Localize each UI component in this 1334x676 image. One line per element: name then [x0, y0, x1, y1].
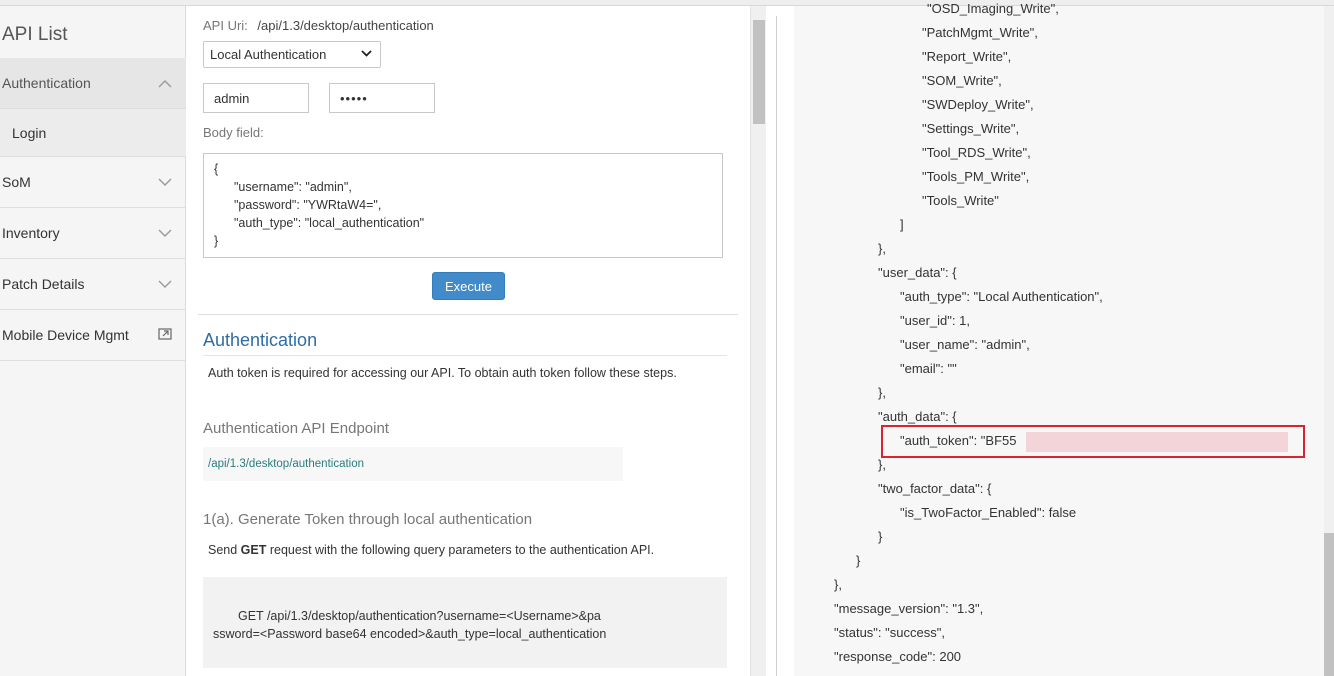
api-uri-row: API Uri: /api/1.3/desktop/authentication	[203, 18, 434, 33]
response-json-line: "user_name": "admin",	[900, 337, 1030, 352]
chevron-up-icon	[158, 75, 172, 91]
highlight-box	[881, 425, 1305, 458]
body-username-line: "username": "admin",	[234, 180, 352, 194]
desc-method: GET	[240, 543, 267, 557]
sidebar-title: API List	[2, 24, 68, 45]
authentication-heading: Authentication	[203, 330, 318, 350]
response-json-line: ]	[900, 217, 904, 232]
sidebar-item-mobile-device-mgmt[interactable]: Mobile Device Mgmt	[0, 310, 186, 361]
response-json-line: "SWDeploy_Write",	[922, 97, 1034, 112]
response-panel	[794, 6, 1324, 676]
response-json-line: "Tools_PM_Write",	[922, 169, 1030, 184]
panel-separator	[776, 16, 777, 676]
response-json-line: },	[878, 457, 886, 472]
request-code-block: GET /api/1.3/desktop/authentication?user…	[203, 577, 727, 668]
request-panel-scrollbar[interactable]	[750, 6, 766, 676]
body-close-brace: }	[214, 234, 219, 248]
response-json-line: "Tool_RDS_Write",	[922, 145, 1031, 160]
sidebar-item-label: Authentication	[2, 75, 91, 91]
endpoint-value: /api/1.3/desktop/authentication	[203, 447, 623, 481]
api-uri-label: API Uri:	[203, 18, 248, 33]
sidebar-item-label: Mobile Device Mgmt	[2, 327, 129, 343]
response-json-line: },	[878, 385, 886, 400]
sidebar-item-patch-details[interactable]: Patch Details	[0, 259, 186, 310]
body-auth-type-line: "auth_type": "local_authentication"	[234, 216, 425, 230]
section-divider	[198, 314, 738, 315]
generate-token-heading: 1(a). Generate Token through local authe…	[203, 511, 533, 528]
response-json-line: }	[878, 529, 883, 544]
response-json-line: "auth_type": "Local Authentication",	[900, 289, 1103, 304]
response-json-line: "message_version": "1.3",	[834, 601, 984, 616]
chevron-down-icon	[158, 225, 172, 241]
code-line: ssword=<Password base64 encoded>&auth_ty…	[213, 627, 607, 641]
scrollbar-thumb[interactable]	[1324, 533, 1334, 676]
request-panel: API Uri: /api/1.3/desktop/authentication…	[186, 6, 750, 676]
execute-button[interactable]: Execute	[432, 272, 505, 300]
sidebar-item-label: SoM	[2, 174, 31, 190]
response-json-line: "Settings_Write",	[922, 121, 1020, 136]
response-json-line: "Report_Write",	[922, 49, 1012, 64]
body-open-brace: {	[214, 162, 219, 176]
sidebar-item-label: Patch Details	[2, 276, 85, 292]
response-json-line: "response_code": 200	[834, 649, 962, 664]
username-input[interactable]: admin	[203, 83, 309, 113]
response-json-line: "PatchMgmt_Write",	[922, 25, 1038, 40]
response-panel-scrollbar[interactable]	[1324, 6, 1334, 676]
sidebar-item-authentication[interactable]: Authentication	[0, 58, 186, 109]
external-link-icon	[158, 327, 172, 343]
endpoint-heading: Authentication API Endpoint	[203, 420, 389, 437]
chevron-down-icon	[158, 174, 172, 190]
response-json-line: }	[856, 553, 861, 568]
sidebar-subitem-label: Login	[12, 124, 47, 141]
body-field-textarea[interactable]: { "username": "admin", "password": "YWRt…	[203, 153, 723, 258]
response-json-line: "status": "success",	[834, 625, 945, 640]
response-json-line: "Tools_Write"	[922, 193, 999, 208]
body-password-line: "password": "YWRtaW4=",	[234, 198, 382, 212]
response-json-line: "user_id": 1,	[900, 313, 970, 328]
desc-text: Send	[208, 543, 241, 557]
authentication-description: Auth token is required for accessing our…	[208, 366, 677, 380]
password-input[interactable]: •••••	[329, 83, 435, 113]
response-json-line: "email": ""	[900, 361, 957, 376]
code-line: GET /api/1.3/desktop/authentication?user…	[238, 609, 601, 623]
body-field-label: Body field:	[203, 125, 264, 140]
response-json-line: },	[834, 577, 842, 592]
sidebar-nav: Authentication Login SoM Inventory Patch…	[0, 58, 186, 361]
sidebar-item-inventory[interactable]: Inventory	[0, 208, 186, 259]
response-json-line: "user_data": {	[878, 265, 957, 280]
response-json-line: "two_factor_data": {	[878, 481, 992, 496]
api-uri-value: /api/1.3/desktop/authentication	[257, 18, 434, 33]
desc-text: request with the following query paramet…	[266, 543, 655, 557]
sidebar-item-label: Inventory	[2, 225, 60, 241]
sidebar-item-som[interactable]: SoM	[0, 157, 186, 208]
response-json-line: "OSD_Imaging_Write",	[927, 1, 1059, 16]
chevron-down-icon	[361, 46, 372, 60]
heading-underline	[203, 355, 727, 356]
response-json-line: "auth_data": {	[878, 409, 957, 424]
api-list-sidebar: API List Authentication Login SoM Invent…	[0, 6, 186, 676]
sidebar-subitem-login[interactable]: Login	[0, 109, 186, 157]
scrollbar-thumb[interactable]	[753, 20, 765, 124]
generate-token-description: Send GET request with the following quer…	[208, 543, 654, 557]
auth-type-selected: Local Authentication	[210, 47, 327, 62]
response-json-line: "is_TwoFactor_Enabled": false	[900, 505, 1077, 520]
auth-type-select[interactable]: Local Authentication	[203, 41, 381, 68]
response-json-line: "SOM_Write",	[922, 73, 1002, 88]
chevron-down-icon	[158, 276, 172, 292]
response-json-line: },	[878, 241, 886, 256]
